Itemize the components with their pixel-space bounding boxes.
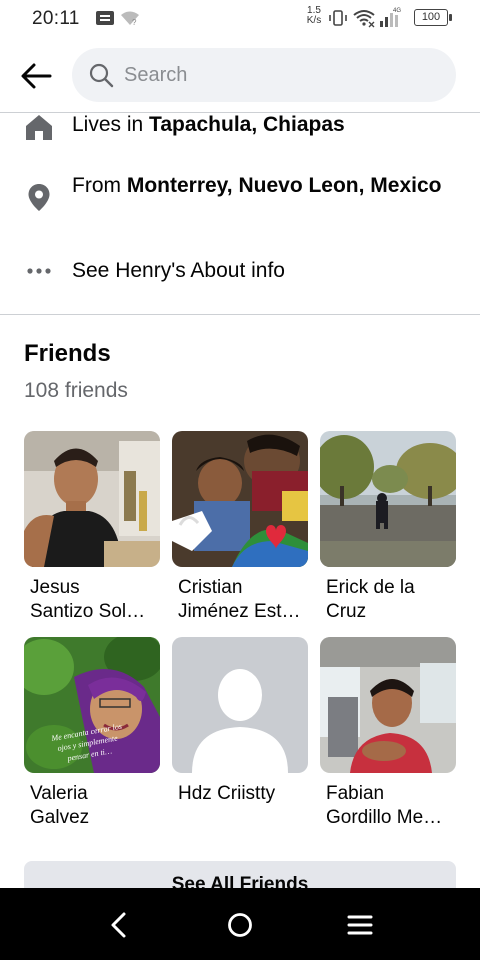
default-avatar-icon[interactable]: [172, 637, 308, 773]
svg-text:?: ?: [132, 18, 137, 26]
status-time: 20:11: [32, 8, 80, 29]
arrow-left-icon: [21, 63, 52, 89]
from-text: From Monterrey, Nuevo Leon, Mexico: [72, 174, 442, 197]
friend-photo[interactable]: [24, 431, 160, 567]
friend-card-4[interactable]: Me encanta cerrar los ojos y simplemente…: [24, 637, 160, 837]
nav-back-icon[interactable]: [104, 910, 134, 940]
nav-menu-icon[interactable]: [345, 910, 375, 940]
vibrate-icon: [329, 10, 347, 26]
search-icon: [89, 63, 114, 88]
friend-photo[interactable]: [172, 431, 308, 567]
friend-name[interactable]: Cristian Jiménez Est…: [178, 576, 306, 624]
lives-in-row: Lives in Tapachula, Chiapas: [0, 112, 480, 148]
friend-card-6[interactable]: Fabian Gordillo Me…: [320, 637, 456, 837]
from-place-link[interactable]: Monterrey, Nuevo Leon, Mexico: [127, 174, 442, 197]
friend-photo[interactable]: [320, 431, 456, 567]
wifi-unknown-icon: ?: [121, 11, 139, 26]
friends-count: 108 friends: [24, 379, 128, 402]
friend-name[interactable]: Jesus Santizo Sol…: [30, 576, 158, 624]
see-about-row[interactable]: See Henry's About info: [0, 256, 480, 286]
search-bar[interactable]: [72, 48, 456, 102]
see-about-label: See Henry's About info: [72, 259, 285, 282]
friend-card-1[interactable]: Jesus Santizo Sol…: [24, 431, 160, 631]
friend-card-2[interactable]: Cristian Jiménez Est…: [172, 431, 308, 631]
friend-photo[interactable]: [320, 637, 456, 773]
friend-photo[interactable]: Me encanta cerrar los ojos y simplemente…: [24, 637, 160, 773]
back-button[interactable]: [14, 54, 58, 98]
search-input[interactable]: [124, 48, 424, 102]
top-header: [0, 38, 480, 112]
friends-title: Friends: [24, 340, 111, 367]
friend-name[interactable]: Fabian Gordillo Me…: [326, 782, 454, 830]
battery-indicator: 100: [414, 9, 452, 26]
friend-name[interactable]: Hdz Criistty: [178, 782, 306, 806]
friend-card-5[interactable]: Hdz Criistty: [172, 637, 308, 837]
lives-in-place-link[interactable]: Tapachula, Chiapas: [149, 113, 345, 136]
nav-home-icon[interactable]: [225, 910, 255, 940]
friend-name[interactable]: Valeria Galvez: [30, 782, 158, 830]
system-nav-bar: [0, 888, 480, 960]
signal-icon: 4G: [380, 8, 401, 27]
more-dots-icon: [27, 268, 51, 274]
from-row: From Monterrey, Nuevo Leon, Mexico: [0, 172, 480, 232]
svg-text:4G: 4G: [393, 8, 401, 14]
house-icon: [26, 115, 52, 140]
map-pin-icon: [28, 184, 50, 211]
message-notification-icon: [96, 11, 114, 25]
status-bar: 20:11 ? 1.5 K/s 4G 100: [0, 0, 480, 38]
wifi-icon: [353, 10, 375, 28]
network-speed: 1.5 K/s: [306, 5, 322, 26]
lives-in-text: Lives in Tapachula, Chiapas: [72, 113, 345, 136]
section-divider: [0, 314, 480, 315]
friend-card-3[interactable]: Erick de la Cruz: [320, 431, 456, 631]
friend-name[interactable]: Erick de la Cruz: [326, 576, 454, 624]
